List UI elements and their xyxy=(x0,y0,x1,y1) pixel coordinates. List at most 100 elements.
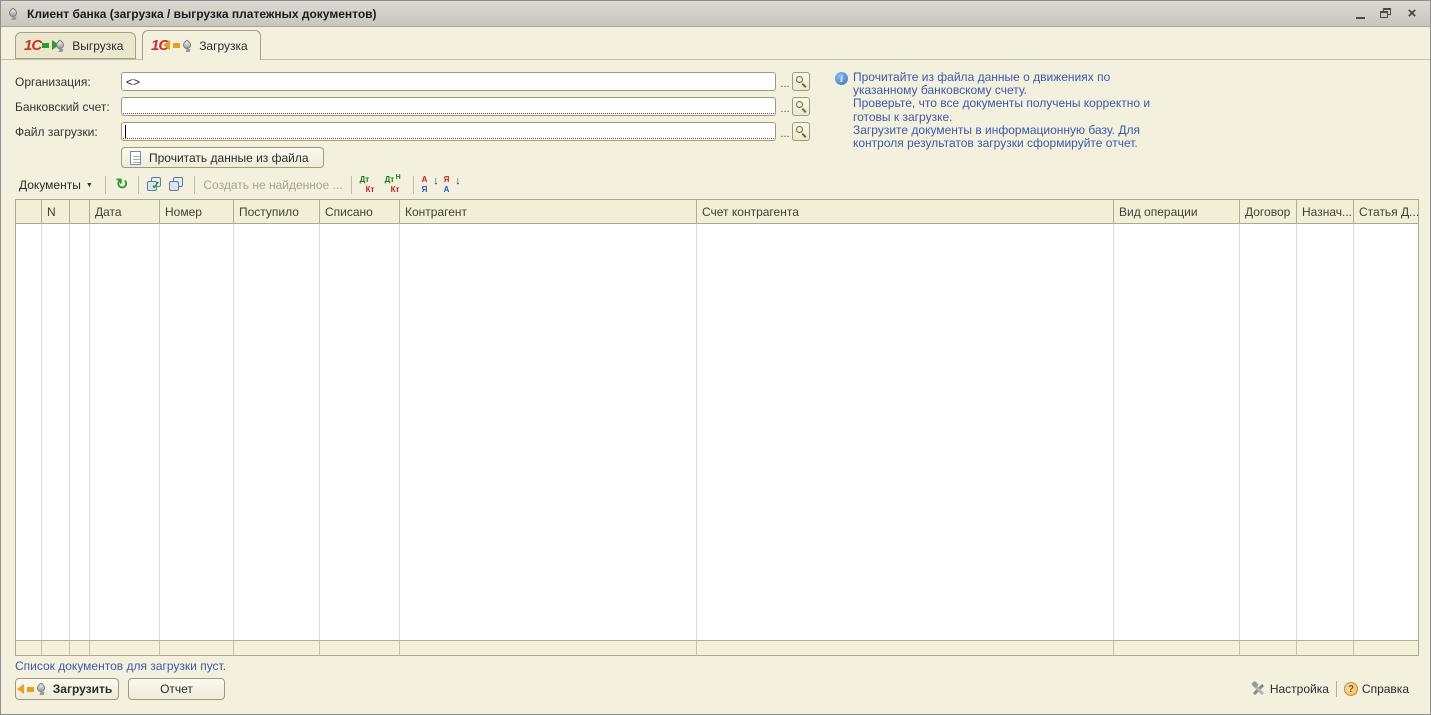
column-header-icon[interactable] xyxy=(70,200,90,223)
magnifier-icon xyxy=(795,126,807,138)
load-file-open-button[interactable] xyxy=(792,122,810,141)
column-header-number[interactable]: Номер xyxy=(160,200,234,223)
read-file-button[interactable]: Прочитать данные из файла xyxy=(121,147,324,168)
window-title: Клиент банка (загрузка / выгрузка платеж… xyxy=(27,6,377,21)
kt-label: Кт xyxy=(365,185,375,194)
settings-label: Настройка xyxy=(1269,682,1329,696)
sort-ascending-button[interactable]: А Я ↓ xyxy=(422,176,439,194)
column-header-cashflow-item[interactable]: Статья Д... xyxy=(1354,200,1418,223)
arrow-down-icon: ↓ xyxy=(455,175,461,187)
bank-account-open-button[interactable] xyxy=(792,97,810,116)
table-column xyxy=(1354,224,1418,640)
sort-descending-button[interactable]: Я А ↓ xyxy=(444,176,461,194)
footer-cell xyxy=(400,641,697,655)
footer-cell xyxy=(1114,641,1240,655)
restore-button[interactable] xyxy=(1378,6,1394,22)
minimize-icon xyxy=(1355,16,1365,19)
status-text: Список документов для загрузки пуст. xyxy=(15,659,227,673)
load-file-select-button[interactable]: ... xyxy=(778,122,792,141)
table-column xyxy=(160,224,234,640)
tab-vygruzka[interactable]: 1С Выгрузка xyxy=(15,32,137,59)
footer-cell xyxy=(1240,641,1297,655)
column-header-flag[interactable] xyxy=(16,200,42,223)
tab-label: Загрузка xyxy=(199,38,248,53)
tab-label: Выгрузка xyxy=(72,38,124,53)
footer-cell xyxy=(42,641,70,655)
required-underline xyxy=(123,113,774,114)
import-arrow-icon xyxy=(16,682,47,695)
1c-export-icon: 1С xyxy=(24,37,66,54)
footer-cell xyxy=(70,641,90,655)
question-icon: ? xyxy=(1343,682,1358,696)
table-column xyxy=(400,224,697,640)
bank-account-label: Банковский счет: xyxy=(15,100,110,114)
table-column xyxy=(16,224,42,640)
table-column xyxy=(697,224,1114,640)
footer-cell xyxy=(160,641,234,655)
chevron-down-icon: ▼ xyxy=(85,181,93,189)
report-button[interactable]: Отчет xyxy=(128,678,225,700)
refresh-button[interactable]: ↻ xyxy=(114,177,131,193)
toolbar-separator xyxy=(350,176,352,194)
load-button-label: Загрузить xyxy=(52,682,113,696)
titlebar: Клиент банка (загрузка / выгрузка платеж… xyxy=(1,1,1430,27)
dt-n-kt-button[interactable]: Дт Н Кт xyxy=(384,174,405,194)
table-toolbar: Документы ▼ ↻ ✓ Создать не найденное ...… xyxy=(15,173,461,197)
read-file-button-label: Прочитать данные из файла xyxy=(149,150,309,165)
toolbar-separator xyxy=(194,176,196,194)
documents-menu-button[interactable]: Документы ▼ xyxy=(15,176,97,194)
table-column xyxy=(320,224,400,640)
organization-input[interactable] xyxy=(121,72,776,91)
footer-cell xyxy=(1354,641,1418,655)
table-column xyxy=(1114,224,1240,640)
footer-cell xyxy=(16,641,42,655)
footer-cell xyxy=(320,641,400,655)
load-button[interactable]: Загрузить xyxy=(15,678,119,700)
settings-button[interactable]: Настройка xyxy=(1250,680,1329,697)
footer-cell xyxy=(1297,641,1354,655)
kt-label: Кт xyxy=(390,185,400,194)
minimize-button[interactable] xyxy=(1352,6,1368,22)
uncheck-all-button[interactable] xyxy=(169,177,186,193)
table-column xyxy=(1297,224,1354,640)
magnifier-icon xyxy=(795,101,807,113)
window-controls: × xyxy=(1352,6,1424,22)
column-header-contract[interactable]: Договор xyxy=(1240,200,1297,223)
check-all-button[interactable]: ✓ xyxy=(147,177,164,193)
column-header-date[interactable]: Дата xyxy=(90,200,160,223)
dt-kt-button[interactable]: Дт Кт xyxy=(360,176,380,194)
column-header-received[interactable]: Поступило xyxy=(234,200,320,223)
corner-separator xyxy=(1335,681,1337,697)
magnifier-icon xyxy=(795,76,807,88)
info-icon: i xyxy=(835,72,848,85)
organization-select-button[interactable]: ... xyxy=(778,72,792,91)
column-header-counterparty-account[interactable]: Счет контрагента xyxy=(697,200,1114,223)
column-header-counterparty[interactable]: Контрагент xyxy=(400,200,697,223)
column-header-operation-type[interactable]: Вид операции xyxy=(1114,200,1240,223)
required-underline xyxy=(123,138,774,139)
footer-cell xyxy=(697,641,1114,655)
create-not-found-button[interactable]: Создать не найденное ... xyxy=(203,178,342,192)
table-header: N Дата Номер Поступило Списано Контраген… xyxy=(16,200,1418,224)
help-text: Прочитайте из файла данные о движениях п… xyxy=(853,70,1151,151)
bank-account-select-button[interactable]: ... xyxy=(778,97,792,116)
load-file-label: Файл загрузки: xyxy=(15,125,98,139)
table-column xyxy=(234,224,320,640)
table-body-empty xyxy=(16,224,1418,640)
bank-client-window: Клиент банка (загрузка / выгрузка платеж… xyxy=(0,0,1431,715)
toolbar-separator xyxy=(138,176,140,194)
dt-label: Дт xyxy=(384,175,395,184)
table-column xyxy=(1240,224,1297,640)
organization-open-button[interactable] xyxy=(792,72,810,91)
close-button[interactable]: × xyxy=(1404,6,1420,22)
column-header-purpose[interactable]: Назнач... xyxy=(1297,200,1354,223)
tab-zagruzka[interactable]: 1С Загрузка xyxy=(142,30,261,60)
table-column xyxy=(90,224,160,640)
organization-label: Организация: xyxy=(15,75,91,89)
column-header-n[interactable]: N xyxy=(42,200,70,223)
column-header-written-off[interactable]: Списано xyxy=(320,200,400,223)
help-button[interactable]: ? Справка xyxy=(1343,682,1409,696)
tools-icon xyxy=(1250,680,1266,697)
documents-menu-label: Документы xyxy=(19,178,81,192)
corner-actions: Настройка ? Справка xyxy=(1250,678,1409,700)
